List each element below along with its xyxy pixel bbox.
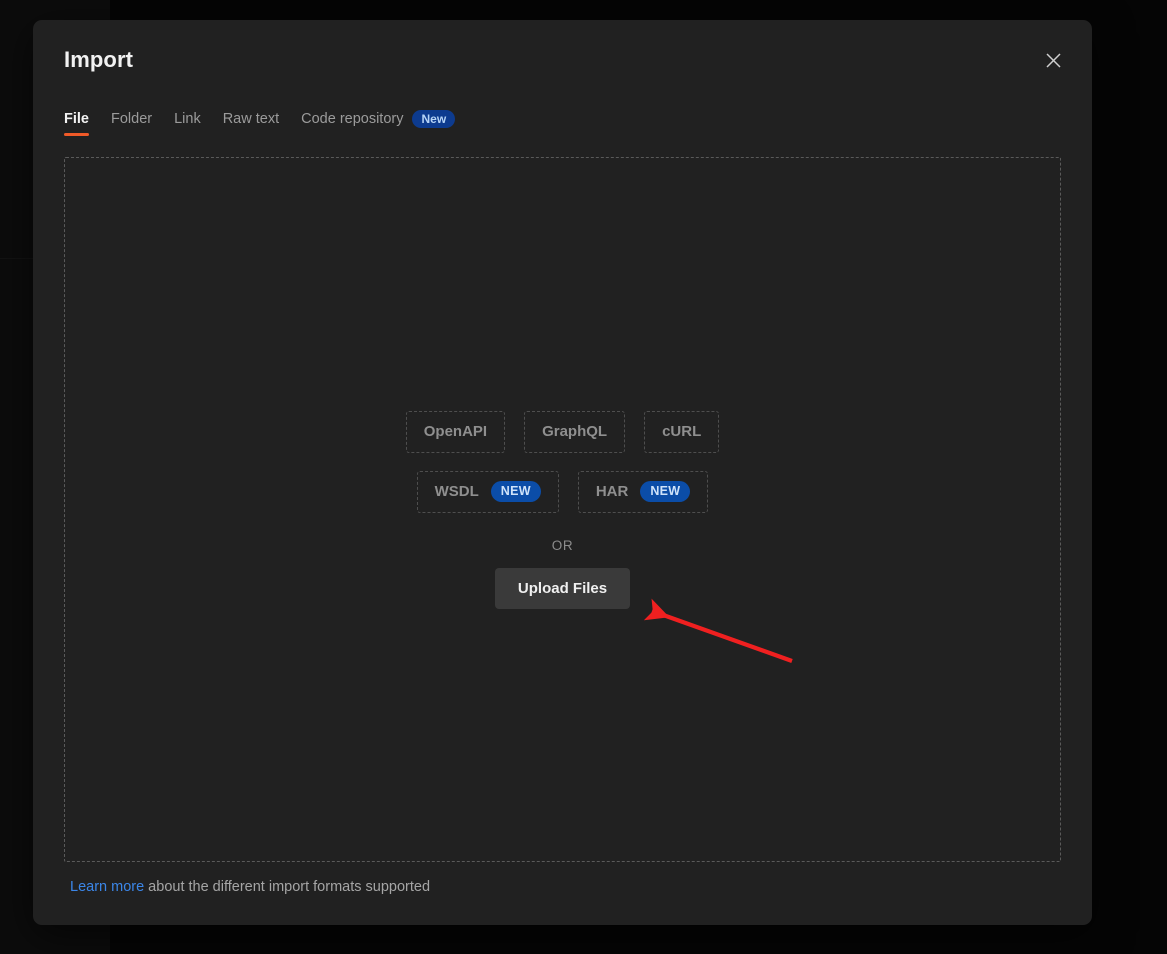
- format-chip-openapi-label: OpenAPI: [423, 423, 488, 440]
- format-chip-har[interactable]: HAR NEW: [577, 470, 709, 513]
- tab-new-badge: New: [412, 109, 456, 128]
- import-tabs: File Folder Link Raw text Code repositor…: [64, 108, 456, 138]
- tab-file-label: File: [64, 110, 89, 127]
- or-separator-label: OR: [551, 537, 574, 553]
- file-dropzone[interactable]: OpenAPI GraphQL cURL WSDL NEW HAR NEW OR…: [64, 157, 1061, 862]
- footer-rest-text: about the different import formats suppo…: [144, 879, 431, 895]
- format-chip-graphql-label: GraphQL: [542, 423, 608, 440]
- page-title: Import: [64, 47, 134, 72]
- tab-link[interactable]: Link: [174, 111, 201, 136]
- tab-raw-text[interactable]: Raw text: [223, 111, 279, 136]
- format-chip-wsdl-label: WSDL: [434, 483, 479, 500]
- format-chip-row-secondary: WSDL NEW HAR NEW: [416, 470, 709, 513]
- footer-help-text: Learn more about the different import fo…: [70, 879, 430, 895]
- format-chip-row-primary: OpenAPI GraphQL cURL: [405, 410, 720, 453]
- tab-folder[interactable]: Folder: [111, 111, 152, 136]
- import-modal: Import File Folder Link Raw text Code re…: [33, 20, 1092, 925]
- tab-code-repository-label: Code repository: [301, 110, 404, 127]
- format-chip-wsdl[interactable]: WSDL NEW: [416, 470, 559, 513]
- tab-code-repository[interactable]: Code repository New: [301, 109, 456, 137]
- tab-link-label: Link: [174, 110, 201, 127]
- tab-folder-label: Folder: [110, 110, 153, 127]
- format-chip-curl-label: cURL: [662, 423, 702, 440]
- format-chip-graphql[interactable]: GraphQL: [524, 410, 626, 453]
- format-chip-curl[interactable]: cURL: [644, 410, 720, 453]
- format-chip-wsdl-new-badge: NEW: [490, 481, 541, 502]
- format-chip-har-label: HAR: [595, 483, 629, 500]
- format-chip-openapi[interactable]: OpenAPI: [405, 410, 506, 453]
- tab-raw-text-label: Raw text: [222, 110, 280, 127]
- format-chip-group: OpenAPI GraphQL cURL WSDL NEW HAR NEW: [405, 410, 720, 531]
- close-button[interactable]: [1036, 43, 1070, 77]
- learn-more-link[interactable]: Learn more: [70, 879, 144, 895]
- close-icon: [1045, 52, 1061, 68]
- tab-file[interactable]: File: [64, 111, 89, 136]
- upload-files-button[interactable]: Upload Files: [494, 567, 631, 609]
- format-chip-har-new-badge: NEW: [640, 481, 691, 502]
